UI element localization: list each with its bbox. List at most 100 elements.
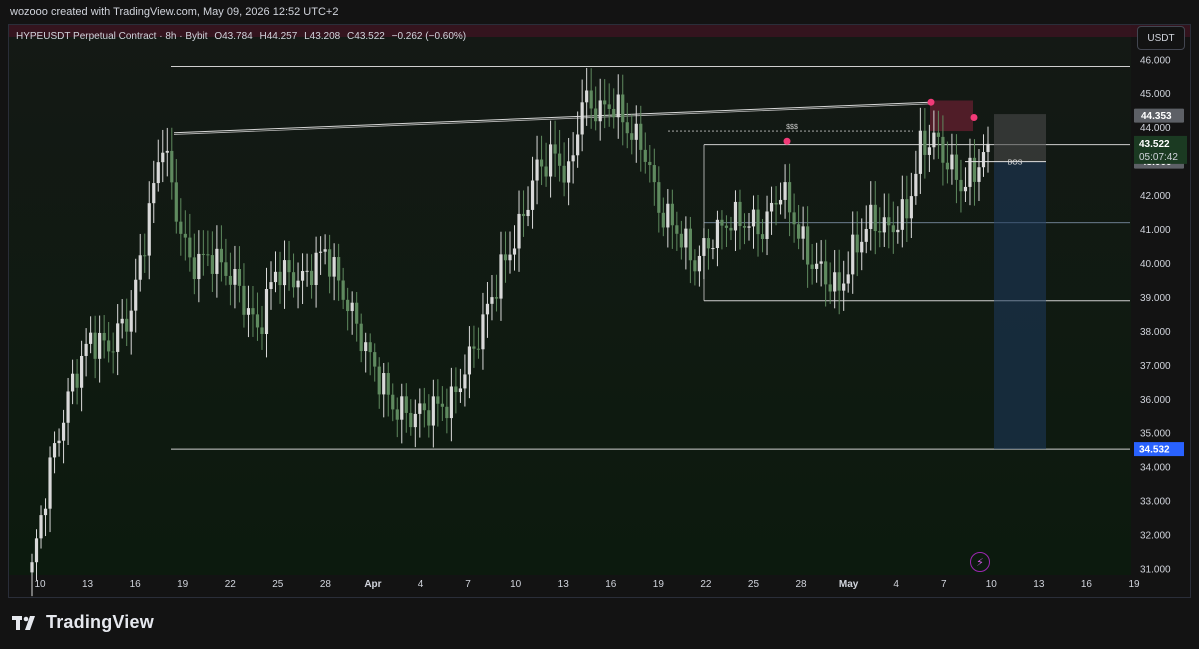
stop-zone [994, 114, 1046, 162]
candle-body [909, 196, 913, 219]
candle-body [255, 314, 260, 328]
currency-button[interactable]: USDT [1137, 26, 1185, 50]
candle-body [765, 211, 769, 239]
candle-body [724, 225, 729, 228]
brand-name: TradingView [46, 612, 154, 632]
price-tag-countdown: 05:07:42 [1139, 152, 1178, 163]
x-tick-label: 25 [748, 579, 760, 590]
y-tick-label: 42.000 [1140, 191, 1171, 202]
candle-body [927, 147, 931, 155]
legend-symbol: HYPEUSDT Perpetual Contract · 8h · Bybit [16, 31, 208, 42]
tradingview-mark-icon [12, 615, 35, 630]
x-tick-label: 13 [558, 579, 570, 590]
y-tick-label: 46.000 [1140, 55, 1171, 66]
candle-body [869, 204, 873, 229]
candle-body [134, 279, 138, 311]
candle-body [963, 186, 968, 192]
x-tick-label: 10 [510, 579, 522, 590]
candle-body [630, 133, 634, 140]
candle-body [138, 255, 142, 280]
candle-body [305, 270, 309, 272]
candle-body [48, 457, 52, 509]
candle-body [328, 249, 332, 277]
candle-body [968, 157, 972, 187]
candle-body [918, 130, 922, 174]
footer-bar [0, 600, 1199, 649]
legend-change: −0.262 (−0.60%) [391, 31, 467, 42]
y-tick-label: 41.000 [1140, 225, 1171, 236]
candle-body [111, 351, 115, 353]
candle-body [481, 314, 485, 350]
candle-body [337, 257, 341, 281]
candle-body [801, 226, 805, 239]
candle-body [598, 100, 602, 122]
price-tag-target: 34.532 [1139, 445, 1170, 456]
candle-body [323, 249, 327, 252]
candle-body [66, 391, 70, 423]
candle-body [472, 346, 476, 349]
candle-body [346, 299, 350, 312]
candle-body [670, 203, 674, 226]
candle-body [287, 260, 291, 273]
candle-body [57, 440, 61, 444]
candle-body [152, 183, 156, 204]
candle-body [981, 152, 986, 168]
candle-body [418, 403, 422, 414]
candle-body [634, 123, 638, 140]
candle-body [458, 388, 462, 393]
candle-body [977, 167, 981, 182]
y-tick-label: 32.000 [1140, 531, 1171, 542]
candle-body [228, 275, 233, 285]
candle-body [833, 272, 837, 292]
candle-body [192, 257, 196, 280]
candle-body [431, 396, 435, 426]
candle-body [269, 282, 273, 290]
x-tick-label: 7 [465, 579, 471, 590]
candle-body [661, 212, 665, 228]
candle-body [359, 323, 363, 352]
candle-body [427, 410, 431, 426]
lightning-icon[interactable]: ⚡ [970, 552, 990, 572]
candle-body [355, 302, 359, 324]
candle-body [954, 154, 959, 180]
price-chart[interactable]: $$$ BOS 31.000 32.000 33.000 34.000 35.000 36.… [8, 24, 1191, 598]
candle-body [215, 248, 219, 274]
candle-body [792, 212, 796, 225]
candle-body [562, 165, 566, 183]
candle-body [657, 182, 661, 213]
candle-body [485, 303, 490, 315]
candle-body [756, 209, 760, 235]
candle-body [896, 229, 900, 233]
candle-body [846, 274, 850, 284]
candle-body [129, 310, 133, 332]
candle-body [594, 108, 598, 122]
candle-body [905, 199, 909, 219]
candle-body [233, 268, 237, 285]
tradingview-logo[interactable]: TradingView [12, 612, 154, 633]
swing-high-marker [783, 137, 791, 145]
supply-zone [930, 100, 973, 132]
candle-body [589, 90, 593, 109]
price-tag-last: 43.522 [1139, 139, 1170, 150]
swing-high-marker [927, 98, 935, 106]
candle-body [499, 254, 503, 299]
candle-body [210, 255, 214, 274]
candle-body [837, 272, 841, 291]
swing-high-marker [970, 113, 978, 121]
y-tick-label: 36.000 [1140, 395, 1171, 406]
candle-body [377, 366, 381, 395]
candle-body [932, 132, 936, 148]
candle-body [463, 374, 467, 389]
candle-body [625, 122, 629, 134]
candle-body [201, 253, 205, 255]
x-tick-label: 16 [1081, 579, 1093, 590]
candle-body [156, 162, 160, 184]
candle-body [787, 182, 792, 213]
liquidity-label: $$$ [786, 124, 798, 131]
candle-body [278, 271, 282, 286]
candle-body [436, 396, 440, 404]
candle-body [950, 154, 954, 170]
candle-body [553, 144, 557, 154]
candle-body [576, 134, 580, 156]
candle-body [715, 219, 720, 249]
